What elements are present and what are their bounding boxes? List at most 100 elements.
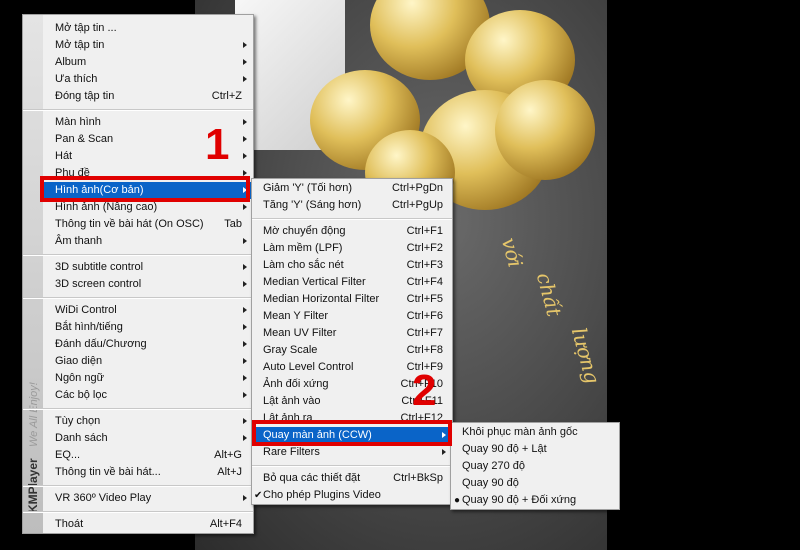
submenu-arrow-icon <box>243 42 247 48</box>
menu-item-thoat[interactable]: Thoát Alt+F4 <box>43 516 253 533</box>
menu-item-lam-cho-sac-net[interactable]: Làm cho sắc nét Ctrl+F3 <box>252 257 452 274</box>
submenu-arrow-icon <box>243 238 247 244</box>
menu-item-am-thanh[interactable]: Âm thanh <box>43 233 253 250</box>
menu-item-median-horizontal-filter[interactable]: Median Horizontal Filter Ctrl+F5 <box>252 291 452 308</box>
menu-item-label: Mean UV Filter <box>263 327 337 339</box>
menu-item-dong-tap-tin[interactable]: Đóng tập tin Ctrl+Z <box>43 88 253 105</box>
menu-item-median-vertical-filter[interactable]: Median Vertical Filter Ctrl+F4 <box>252 274 452 291</box>
submenu-arrow-icon <box>243 307 247 313</box>
menu-item-label: 3D screen control <box>55 278 142 290</box>
menu-item-vr-360-video-play[interactable]: VR 360º Video Play <box>43 490 253 507</box>
submenu-image-basic: Giảm 'Y' (Tối hơn) Ctrl+PgDn Tăng 'Y' (Sán… <box>251 178 453 505</box>
submenu-arrow-icon <box>243 264 247 270</box>
menu-item-label: Tăng 'Y' (Sáng hơn) <box>263 199 362 211</box>
menu-item-shortcut: Ctrl+F1 <box>406 225 443 237</box>
menu-item-label: Tùy chọn <box>55 415 101 427</box>
menu-item-quay-90-do-lat[interactable]: Quay 90 độ + Lật <box>451 441 619 458</box>
menu-item-label: Làm cho sắc nét <box>263 259 344 271</box>
submenu-arrow-icon <box>243 375 247 381</box>
menu-item-mean-y-filter[interactable]: Mean Y Filter Ctrl+F6 <box>252 308 452 325</box>
submenu-rotate: Khôi phục màn ảnh gốc Quay 90 độ + Lật Qua… <box>450 422 620 510</box>
submenu-arrow-icon <box>243 418 247 424</box>
menu-item-shortcut: Ctrl+F8 <box>406 344 443 356</box>
annotation-box-1 <box>40 176 250 202</box>
menu-item-bat-hinh-tieng[interactable]: Bắt hình/tiếng <box>43 319 253 336</box>
menu-item-label: Giảm 'Y' (Tối hơn) <box>263 182 353 194</box>
submenu-arrow-icon <box>243 76 247 82</box>
menu-item-label: Ngôn ngữ <box>55 372 104 384</box>
menu-item-label: Auto Level Control <box>263 361 354 373</box>
menu-item-mean-uv-filter[interactable]: Mean UV Filter Ctrl+F7 <box>252 325 452 342</box>
submenu-arrow-icon <box>243 324 247 330</box>
menu-item-label: Đánh dấu/Chương <box>55 338 147 350</box>
video-text: lượng <box>566 325 605 387</box>
menu-item-gray-scale[interactable]: Gray Scale Ctrl+F8 <box>252 342 452 359</box>
menu-item-mo-tap-tin[interactable]: Mở tập tin <box>43 37 253 54</box>
menu-item-label: Quay 90 độ <box>462 477 519 489</box>
menu-item-label: Mờ chuyển động <box>263 225 346 237</box>
menu-item-label: Median Vertical Filter <box>263 276 366 288</box>
menu-item-widi-control[interactable]: WiDi Control <box>43 302 253 319</box>
menu-item-eq[interactable]: EQ... Alt+G <box>43 447 253 464</box>
menu-item-cac-bo-loc[interactable]: Các bộ lọc <box>43 387 253 404</box>
menu-item-label: Thông tin về bài hát (On OSC) <box>55 218 204 230</box>
menu-item-tuy-chon[interactable]: Tùy chọn <box>43 413 253 430</box>
submenu-arrow-icon <box>243 358 247 364</box>
video-text: chất <box>531 270 567 320</box>
menu-item-album[interactable]: Album <box>43 54 253 71</box>
menu-item-label: Mở tập tin ... <box>55 22 117 34</box>
menu-item-shortcut: Alt+G <box>214 449 242 461</box>
menu-item-shortcut: Ctrl+F4 <box>406 276 443 288</box>
menu-item-quay-270-do[interactable]: Quay 270 độ <box>451 458 619 475</box>
menu-item-lam-mem-lpf[interactable]: Làm mềm (LPF) Ctrl+F2 <box>252 240 452 257</box>
menu-item-3d-subtitle-control[interactable]: 3D subtitle control <box>43 259 253 276</box>
menu-item-label: Mean Y Filter <box>263 310 329 322</box>
submenu-arrow-icon <box>243 59 247 65</box>
menu-item-label: WiDi Control <box>55 304 117 316</box>
submenu-arrow-icon <box>243 281 247 287</box>
menu-separator <box>252 461 452 470</box>
menu-item-mo-chuyen-dong[interactable]: Mờ chuyển động Ctrl+F1 <box>252 223 452 240</box>
menu-item-thong-tin-ve-bai-hat-on-osc[interactable]: Thông tin về bài hát (On OSC) Tab <box>43 216 253 233</box>
menu-item-3d-screen-control[interactable]: 3D screen control <box>43 276 253 293</box>
menu-item-label: Quay 90 độ + Đối xứng <box>462 494 577 506</box>
menu-item-quay-90-do-doi-xung[interactable]: ● Quay 90 độ + Đối xứng <box>451 492 619 509</box>
menu-item-giao-dien[interactable]: Giao diện <box>43 353 253 370</box>
annotation-box-2 <box>252 420 452 446</box>
menu-item-giam-y-toi-hon[interactable]: Giảm 'Y' (Tối hơn) Ctrl+PgDn <box>252 180 452 197</box>
menu-item-shortcut: Ctrl+PgDn <box>391 182 443 194</box>
menu-separator <box>23 507 253 516</box>
menu-separator <box>23 404 253 413</box>
menu-item-label: Thông tin về bài hát... <box>55 466 161 478</box>
menu-item-label: Làm mềm (LPF) <box>263 242 343 254</box>
menu-item-label: Khôi phục màn ảnh gốc <box>462 426 578 438</box>
menu-item-cho-phep-plugins-video[interactable]: ✔ Cho phép Plugins Video <box>252 487 452 504</box>
menu-item-ngon-ngu[interactable]: Ngôn ngữ <box>43 370 253 387</box>
menu-item-danh-sach[interactable]: Danh sách <box>43 430 253 447</box>
menu-item-label: Giao diện <box>55 355 103 367</box>
menu-item-shortcut: Ctrl+Z <box>211 90 242 102</box>
menu-item-shortcut: Ctrl+F2 <box>406 242 443 254</box>
submenu-arrow-icon <box>243 153 247 159</box>
menu-item-mo-tap-tin[interactable]: Mở tập tin ... <box>43 20 253 37</box>
menu-item-label: Quay 270 độ <box>462 460 525 472</box>
menu-separator <box>252 214 452 223</box>
menu-item-thong-tin-ve-bai-hat[interactable]: Thông tin về bài hát... Alt+J <box>43 464 253 481</box>
menu-item-ua-thich[interactable]: Ưa thích <box>43 71 253 88</box>
brand-tagline: We All Enjoy! <box>28 382 40 447</box>
menu-item-rare-filters[interactable]: Rare Filters <box>252 444 452 461</box>
menu-item-khoi-phuc-man-anh-goc[interactable]: Khôi phục màn ảnh gốc <box>451 424 619 441</box>
menu-item-label: Các bộ lọc <box>55 389 107 401</box>
menu-separator <box>23 293 253 302</box>
submenu-arrow-icon <box>243 435 247 441</box>
kmplayer-brand-strip: KMPlayer We All Enjoy! <box>23 15 43 533</box>
submenu-arrow-icon <box>243 136 247 142</box>
menu-item-tang-y-sang-hon[interactable]: Tăng 'Y' (Sáng hơn) Ctrl+PgUp <box>252 197 452 214</box>
menu-item-quay-90-do[interactable]: Quay 90 độ <box>451 475 619 492</box>
submenu-arrow-icon <box>243 341 247 347</box>
menu-item-label: VR 360º Video Play <box>55 492 152 504</box>
menu-item-label: Pan & Scan <box>55 133 114 145</box>
balloon-image <box>495 80 595 180</box>
menu-item-danh-dau-chuong[interactable]: Đánh dấu/Chương <box>43 336 253 353</box>
menu-item-bo-qua-cac-thiet-dat[interactable]: Bỏ qua các thiết đặt Ctrl+BkSp <box>252 470 452 487</box>
